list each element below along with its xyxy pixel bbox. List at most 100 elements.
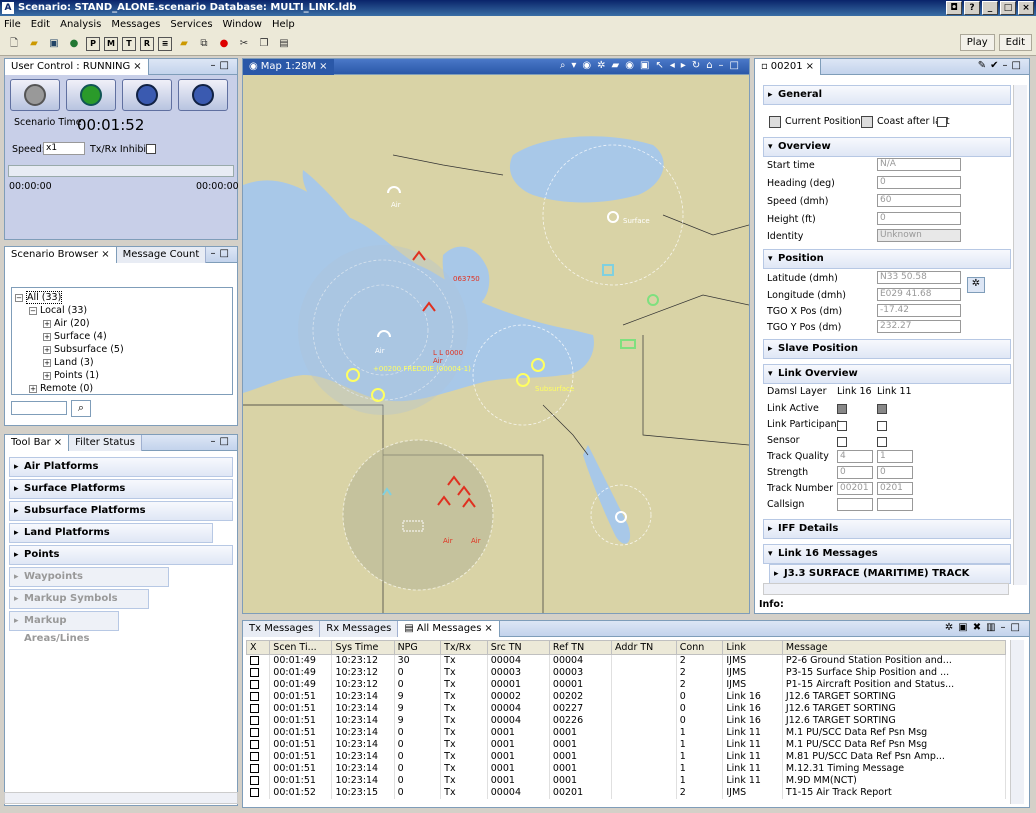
close-icon[interactable]: × [484,621,492,637]
section-subsurface-platforms[interactable]: Subsurface Platforms [9,501,233,521]
left-horizontal-scrollbar[interactable] [4,792,238,804]
new-file-icon[interactable]: 🗋 [6,36,22,52]
link16-sensor-checkbox[interactable] [837,437,847,447]
col-header-conn[interactable]: Conn [675,640,724,655]
detail-vertical-scrollbar[interactable] [1013,85,1027,585]
save-icon[interactable]: ▣ [46,36,62,52]
row-checkbox[interactable] [246,786,271,799]
menu-help[interactable]: Help [272,19,295,30]
table-row[interactable]: 00:01:51 10:23:14 0 Tx 0001 0001 1 Link 11 M.1 P… [246,738,1007,751]
row-checkbox[interactable] [246,666,271,679]
copy-icon[interactable]: ⧉ [196,36,212,52]
help-icon[interactable]: ? [964,1,980,15]
link16-participant-checkbox[interactable] [837,421,847,431]
close-icon[interactable]: × [319,59,327,75]
play-button[interactable] [66,79,116,111]
menu-analysis[interactable]: Analysis [60,19,101,30]
col-header-ref-tn[interactable]: Ref TN [548,640,613,655]
coast-button[interactable] [861,116,873,128]
window-icon[interactable]: ❐ [256,36,272,52]
ml-tool-icon[interactable]: M [104,36,118,51]
properties-icon[interactable]: ▤ [276,36,292,52]
maximize-icon[interactable]: □ [1000,1,1016,15]
link11-track-quality-field[interactable]: 1 [877,450,913,463]
timeline-track[interactable] [8,165,234,177]
section-iff-details[interactable]: IFF Details [763,519,1011,539]
globe-icon[interactable]: ● [66,36,82,52]
view-controls-icon[interactable]: –□ [211,436,233,447]
view-controls-icon[interactable]: ✎✔–□ [978,60,1025,71]
menu-services[interactable]: Services [170,19,212,30]
menu-file[interactable]: File [4,19,21,30]
section-surface-platforms[interactable]: Surface Platforms [9,479,233,499]
link11-participant-checkbox[interactable] [877,421,887,431]
section-slave-position[interactable]: Slave Position [763,339,1011,359]
section-air-platforms[interactable]: Air Platforms [9,457,233,477]
coast-checkbox[interactable] [937,117,947,127]
col-header-src-tn[interactable]: Src TN [486,640,550,655]
section-j33-track[interactable]: J3.3 SURFACE (MARITIME) TRACK [769,564,1011,584]
open-folder-icon[interactable]: ▰ [26,36,42,52]
tab-all-messages[interactable]: ▤ All Messages × [398,620,500,637]
row-checkbox[interactable] [246,690,271,703]
row-checkbox[interactable] [246,750,271,763]
link16-track-number-field[interactable]: 00201 [837,482,873,495]
table-row[interactable]: 00:01:51 10:23:14 0 Tx 0001 0001 1 Link 11 M.81 … [246,750,1007,763]
close-icon[interactable]: × [133,59,141,75]
perspective-edit[interactable]: Edit [998,34,1032,51]
section-link16-messages[interactable]: Link 16 Messages [763,544,1011,564]
section-waypoints[interactable]: Waypoints [9,567,169,587]
table-row[interactable]: 00:01:49 10:23:12 30 Tx 00004 00004 2 IJMS P2-6 … [246,654,1007,667]
speed-field[interactable]: 60 [877,194,961,207]
tgo-x-field[interactable]: -17.42 [877,304,961,317]
row-checkbox[interactable] [246,726,271,739]
list-tool-icon[interactable]: ≡ [158,36,172,51]
tree-item[interactable]: + Subsurface (5) [15,343,229,356]
rx-tool-icon[interactable]: R [140,36,154,51]
table-row[interactable]: 00:01:51 10:23:14 0 Tx 0001 0001 1 Link 11 M.9D … [246,774,1007,787]
tab-tx-messages[interactable]: Tx Messages [243,620,321,637]
link16-track-quality-field[interactable]: 4 [837,450,873,463]
link11-active-checkbox[interactable] [877,404,887,414]
row-checkbox[interactable] [246,678,271,691]
pause-button[interactable] [122,79,172,111]
tree-item[interactable]: − All (33) [15,291,229,304]
col-header-link[interactable]: Link [722,640,783,655]
close-icon[interactable]: × [806,59,814,75]
restore-icon[interactable]: ◘ [946,1,962,15]
tab-user-control[interactable]: User Control : RUNNING × [5,58,149,75]
menu-window[interactable]: Window [223,19,262,30]
identity-select[interactable]: Unknown [877,229,961,242]
minimize-icon[interactable]: _ [982,1,998,15]
section-land-platforms[interactable]: Land Platforms [9,523,213,543]
rewind-button[interactable] [10,79,60,111]
menu-edit[interactable]: Edit [31,19,50,30]
speed-select[interactable]: x1 [43,142,85,155]
tab-tool-bar[interactable]: Tool Bar × [5,434,70,451]
map-canvas[interactable]: Air Air Air Air Air Surface Subsurface L… [243,75,749,613]
close-icon[interactable]: × [54,435,62,451]
section-markup-symbols[interactable]: Markup Symbols [9,589,149,609]
tree-item[interactable]: + Air (20) [15,317,229,330]
close-icon[interactable]: × [101,247,109,263]
view-controls-icon[interactable]: –□ [211,60,233,71]
tree-item[interactable]: + Surface (4) [15,330,229,343]
col-header-npg[interactable]: NPG [393,640,442,655]
col-header-sys-time[interactable]: Sys Time [331,640,395,655]
p-tool-icon[interactable]: P [86,36,100,51]
latitude-field[interactable]: N33 50.58 [877,271,961,284]
txrx-inhibit-checkbox[interactable] [146,144,156,154]
col-header-message[interactable]: Message [781,640,1007,655]
table-row[interactable]: 00:01:51 10:23:14 9 Tx 00004 00226 0 Link 16 J12… [246,714,1007,727]
tree-item[interactable]: + Land (3) [15,356,229,369]
view-controls-icon[interactable]: –□ [211,248,233,259]
link16-strength-field[interactable]: 0 [837,466,873,479]
tab-filter-status[interactable]: Filter Status [69,434,142,451]
table-row[interactable]: 00:01:49 10:23:12 0 Tx 00001 00001 2 IJMS P1-15 … [246,678,1007,691]
section-points[interactable]: Points [9,545,233,565]
section-overview[interactable]: Overview [763,137,1011,157]
map-toolbar[interactable]: ⌕▾◉✲▰◉▣↖◂▸↻⌂–□ [560,60,745,71]
link11-callsign-field[interactable] [877,498,913,511]
col-header-x[interactable]: X [245,640,271,655]
tab-map[interactable]: ◉ Map 1:28M × [243,58,334,75]
